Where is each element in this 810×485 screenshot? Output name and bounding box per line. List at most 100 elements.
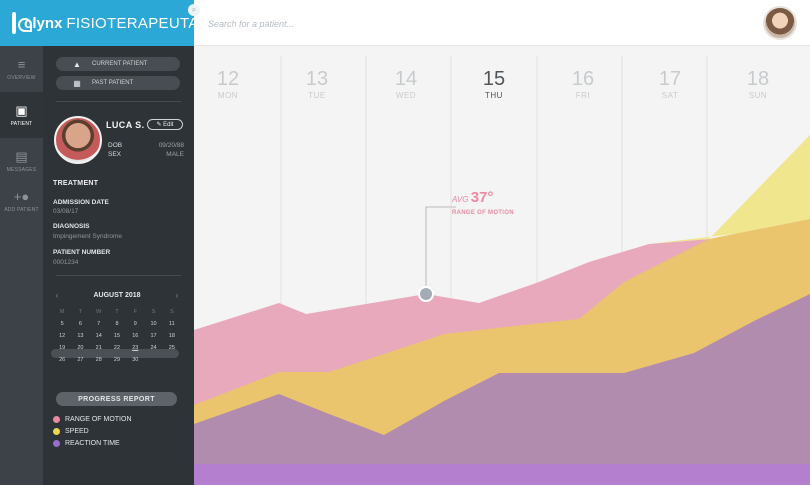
calendar-day[interactable]: 16 [126, 332, 144, 341]
calendar-day[interactable]: 21 [90, 344, 108, 353]
day-column[interactable]: 13 TUE [287, 68, 347, 100]
legend-label: SPEED [65, 428, 89, 435]
metric-label: RANGE OF MOTION [452, 210, 514, 216]
day-column[interactable]: 12 MON [198, 68, 258, 100]
divider [56, 101, 181, 102]
id-card-icon: ▦ [73, 78, 81, 88]
sex-row: SEX MALE [108, 151, 184, 158]
chevron-left-icon[interactable]: ‹ [53, 291, 61, 300]
calendar-weekday: S [151, 309, 156, 315]
day-column[interactable]: 14 WED [376, 68, 436, 100]
search-input[interactable] [208, 16, 448, 32]
calendar-day[interactable]: 6 [71, 320, 89, 329]
calendar-day [144, 356, 162, 365]
calendar-day[interactable]: 9 [126, 320, 144, 329]
calendar-day[interactable]: 11 [163, 320, 181, 329]
chat-icon: ▤ [15, 148, 28, 164]
calendar-day[interactable]: 20 [71, 344, 89, 353]
calendar-day[interactable]: 10 [144, 320, 162, 329]
day-name: FRI [575, 91, 591, 100]
calendar-weekday: M [59, 309, 65, 315]
day-number: 12 [216, 68, 240, 90]
calendar-day[interactable]: 13 [71, 332, 89, 341]
calendar-month: AUGUST 2018 [93, 291, 141, 299]
calendar-weekday: T [115, 309, 119, 315]
legend-item[interactable]: RANGE OF MOTION [53, 416, 132, 423]
edit-label: Edit [163, 121, 174, 128]
reaction-baseline [194, 464, 810, 485]
rail-add-patient[interactable]: +● ADD PATIENT [0, 178, 43, 224]
sex-value: MALE [166, 151, 184, 158]
dob-value: 09/20/88 [158, 142, 184, 149]
day-number: 17 [658, 68, 682, 90]
app-root: clynx FISIOTERAPEUTA ⌕ ≡ OVERVIEW ▣ PATI… [0, 0, 810, 485]
calendar-day[interactable]: 18 [163, 332, 181, 341]
clynx-logo-icon [12, 12, 32, 34]
calendar-weekday: F [133, 309, 137, 315]
day-number: 13 [305, 68, 329, 90]
patient-number-label: PATIENT NUMBER [53, 249, 111, 256]
edit-patient-button[interactable]: ✎ Edit [147, 119, 183, 130]
day-column[interactable]: 17 SAT [640, 68, 700, 100]
brand-logo[interactable]: clynx FISIOTERAPEUTA [0, 0, 198, 46]
dob-row: DOB 09/20/88 [108, 142, 184, 149]
patient-panel: ▲ CURRENT PATIENT ▦ PAST PATIENT LUCA S.… [43, 46, 194, 485]
legend-swatch [53, 428, 60, 435]
treatment-heading: TREATMENT [53, 180, 99, 187]
day-name: MON [217, 91, 239, 100]
calendar-day[interactable]: 15 [108, 332, 126, 341]
calendar-day[interactable]: 24 [144, 344, 162, 353]
brand-subtitle: FISIOTERAPEUTA [66, 14, 199, 32]
calendar-day[interactable]: 25 [163, 344, 181, 353]
past-patient-button[interactable]: ▦ PAST PATIENT [56, 76, 180, 90]
calendar-day [163, 356, 181, 365]
icon-rail: ≡ OVERVIEW ▣ PATIENT ▤ MESSAGES +● ADD P… [0, 46, 43, 485]
legend-swatch [53, 440, 60, 447]
rail-add-patient-label: ADD PATIENT [4, 206, 39, 213]
calendar-day[interactable]: 28 [90, 356, 108, 365]
chart-canvas [194, 56, 810, 485]
calendar-day[interactable]: 19 [53, 344, 71, 353]
calendar-day[interactable]: 7 [90, 320, 108, 329]
top-bar: clynx FISIOTERAPEUTA ⌕ [0, 0, 810, 46]
calendar-weekday: T [78, 309, 83, 315]
calendar-day[interactable]: 23 [126, 344, 144, 353]
day-column-active[interactable]: 15 THU [464, 68, 524, 100]
chevron-right-icon[interactable]: › [173, 291, 181, 300]
admission-date-value: 03/08/17 [53, 208, 79, 215]
current-patient-button[interactable]: ▲ CURRENT PATIENT [56, 57, 180, 71]
rail-patient-label: PATIENT [10, 120, 33, 127]
calendar-weekday: S [170, 309, 174, 315]
day-name: THU [485, 91, 503, 100]
admission-date-label: ADMISSION DATE [53, 199, 109, 206]
avg-callout: AVG 37° [452, 189, 493, 206]
legend-item[interactable]: SPEED [53, 428, 89, 435]
progress-report-button[interactable]: PROGRESS REPORT [56, 392, 177, 406]
calendar-day[interactable]: 5 [53, 320, 71, 329]
past-patient-label: PAST PATIENT [92, 80, 134, 86]
calendar-day[interactable]: 29 [108, 356, 126, 365]
day-number: 16 [571, 68, 595, 90]
patient-number-value: 0001234 [53, 259, 79, 266]
calendar-day[interactable]: 17 [144, 332, 162, 341]
calendar-day[interactable]: 26 [53, 356, 71, 365]
day-column[interactable]: 18 SUN [728, 68, 788, 100]
legend-label: RANGE OF MOTION [65, 416, 132, 423]
avg-prefix: AVG [452, 195, 469, 204]
calendar-day[interactable]: 22 [108, 344, 126, 353]
calendar-day[interactable]: 12 [53, 332, 71, 341]
search-icon[interactable]: ⌕ [188, 4, 200, 16]
rail-patient[interactable]: ▣ PATIENT [0, 92, 43, 138]
rail-overview[interactable]: ≡ OVERVIEW [0, 46, 43, 92]
rail-overview-label: OVERVIEW [7, 74, 36, 81]
calendar-day[interactable]: 27 [71, 356, 89, 365]
calendar-day[interactable]: 30 [126, 356, 144, 365]
legend-item[interactable]: REACTION TIME [53, 440, 120, 447]
user-avatar[interactable] [763, 6, 797, 40]
calendar-day[interactable]: 14 [90, 332, 108, 341]
pencil-icon: ✎ [156, 122, 164, 128]
day-column[interactable]: 16 FRI [553, 68, 613, 100]
avg-marker[interactable] [418, 286, 434, 302]
diagnosis-label: DIAGNOSIS [53, 223, 90, 230]
calendar-day[interactable]: 8 [108, 320, 126, 329]
